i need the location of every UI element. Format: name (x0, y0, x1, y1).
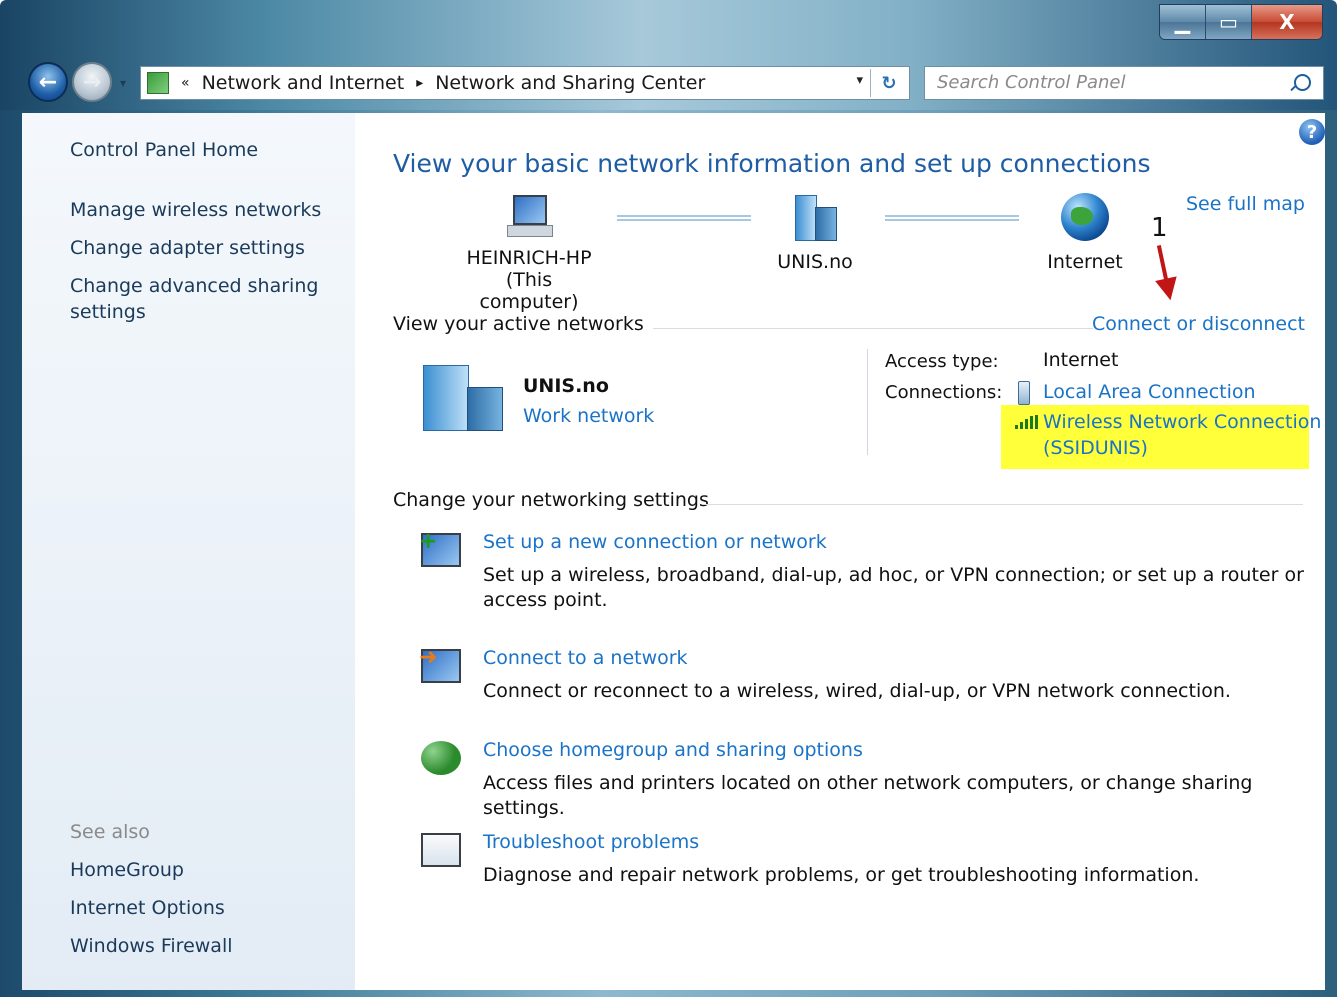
minimize-button[interactable]: ▁ (1160, 5, 1206, 39)
network-folder-icon (147, 72, 169, 94)
help-icon[interactable]: ? (1299, 119, 1325, 145)
computer-subtitle: (This computer) (479, 269, 579, 313)
wireless-ssid: (SSIDUNIS) (1043, 437, 1148, 459)
computer-name: HEINRICH-HP (466, 247, 592, 269)
window-controls: ▁ ▭ X (1159, 4, 1323, 40)
troubleshoot-description: Diagnose and repair network problems, or… (483, 864, 1200, 886)
sidebar-windows-firewall[interactable]: Windows Firewall (70, 933, 233, 959)
internet-label: Internet (1047, 251, 1123, 273)
search-placeholder: Search Control Panel (937, 72, 1126, 93)
breadcrumb-network-and-internet[interactable]: Network and Internet (202, 72, 405, 94)
active-network-name: UNIS.no (523, 375, 609, 397)
overflow-chevron[interactable]: « (181, 75, 190, 91)
access-type-value: Internet (1043, 349, 1119, 371)
navigation-bar: ← → ▾ « Network and Internet ▸ Network a… (0, 60, 1337, 106)
connect-network-description: Connect or reconnect to a wireless, wire… (483, 680, 1231, 702)
search-icon[interactable] (1294, 74, 1311, 91)
homegroup-icon (421, 741, 461, 775)
back-button[interactable]: ← (28, 62, 68, 102)
map-node-computer[interactable]: HEINRICH-HP (This computer) (459, 195, 599, 313)
access-type-label: Access type: (885, 351, 999, 372)
local-area-connection-link[interactable]: Local Area Connection (1043, 381, 1256, 403)
wireless-network-connection-link[interactable]: Wireless Network Connection (SSIDUNIS) (1043, 409, 1321, 461)
change-settings-header: Change your networking settings (393, 489, 709, 511)
task-homegroup: Choose homegroup and sharing options Acc… (421, 739, 1301, 819)
network-name: UNIS.no (777, 251, 853, 273)
see-also-title: See also (70, 821, 150, 843)
wireless-signal-icon (1015, 415, 1039, 429)
sidebar-change-advanced-sharing-cont[interactable]: settings (70, 299, 146, 325)
maximize-button[interactable]: ▭ (1206, 5, 1252, 39)
connect-network-link[interactable]: Connect to a network (483, 647, 688, 669)
troubleshoot-link[interactable]: Troubleshoot problems (483, 831, 699, 853)
breadcrumb-separator[interactable]: ▸ (416, 75, 423, 91)
task-connect-network: ➜ Connect to a network Connect or reconn… (419, 645, 1301, 717)
vertical-divider (867, 349, 868, 455)
sidebar-manage-wireless[interactable]: Manage wireless networks (70, 197, 321, 223)
window-frame: ▁ ▭ X ← → ▾ « Network and Internet ▸ Net… (0, 0, 1337, 997)
see-full-map-link[interactable]: See full map (1186, 193, 1305, 215)
active-network-icon (423, 365, 507, 431)
new-connection-icon: + (419, 529, 461, 567)
connect-network-icon: ➜ (419, 645, 461, 683)
recent-pages-dropdown[interactable]: ▾ (120, 76, 126, 90)
forward-button[interactable]: → (72, 62, 112, 102)
network-building-icon (791, 195, 839, 241)
wireless-connection-name: Wireless Network Connection (1043, 411, 1322, 433)
new-connection-link[interactable]: Set up a new connection or network (483, 531, 827, 553)
ethernet-plug-icon (1018, 381, 1030, 405)
task-new-connection: + Set up a new connection or network Set… (419, 529, 1304, 611)
sidebar-change-advanced-sharing[interactable]: Change advanced sharing (70, 273, 318, 299)
connect-disconnect-link[interactable]: Connect or disconnect (1092, 313, 1305, 335)
active-networks-rule (653, 328, 1093, 329)
map-node-internet[interactable]: Internet (1025, 193, 1145, 273)
sidebar-control-panel-home[interactable]: Control Panel Home (70, 137, 258, 163)
connections-label: Connections: (885, 382, 1003, 403)
active-networks-header: View your active networks (393, 313, 644, 335)
sidebar-internet-options[interactable]: Internet Options (70, 895, 225, 921)
troubleshoot-icon (421, 833, 461, 867)
map-connector-1 (617, 215, 751, 221)
homegroup-link[interactable]: Choose homegroup and sharing options (483, 739, 863, 761)
annotation-arrow-icon (1156, 245, 1170, 285)
refresh-button[interactable]: ↻ (870, 69, 907, 97)
new-connection-description: Set up a wireless, broadband, dial-up, a… (483, 564, 1304, 611)
map-node-network[interactable]: UNIS.no (755, 195, 875, 273)
main-panel: ? View your basic network information an… (355, 113, 1325, 990)
task-troubleshoot: Troubleshoot problems Diagnose and repai… (421, 831, 1301, 901)
close-button[interactable]: X (1252, 5, 1322, 39)
address-bar[interactable]: « Network and Internet ▸ Network and Sha… (140, 66, 910, 100)
change-settings-rule (703, 504, 1303, 505)
breadcrumb-network-sharing-center[interactable]: Network and Sharing Center (435, 72, 705, 94)
map-connector-2 (885, 215, 1019, 221)
page-title: View your basic network information and … (393, 149, 1151, 178)
search-input[interactable]: Search Control Panel (924, 66, 1324, 100)
sidebar-homegroup[interactable]: HomeGroup (70, 857, 184, 883)
computer-icon (507, 195, 553, 237)
sidebar: Control Panel Home Manage wireless netwo… (22, 113, 355, 990)
network-type-link[interactable]: Work network (523, 405, 654, 427)
homegroup-description: Access files and printers located on oth… (483, 772, 1253, 819)
content-area: Control Panel Home Manage wireless netwo… (22, 113, 1325, 990)
annotation-number: 1 (1151, 213, 1168, 243)
internet-globe-icon (1061, 193, 1109, 241)
sidebar-change-adapter[interactable]: Change adapter settings (70, 235, 305, 261)
address-dropdown[interactable]: ▾ (856, 73, 863, 88)
